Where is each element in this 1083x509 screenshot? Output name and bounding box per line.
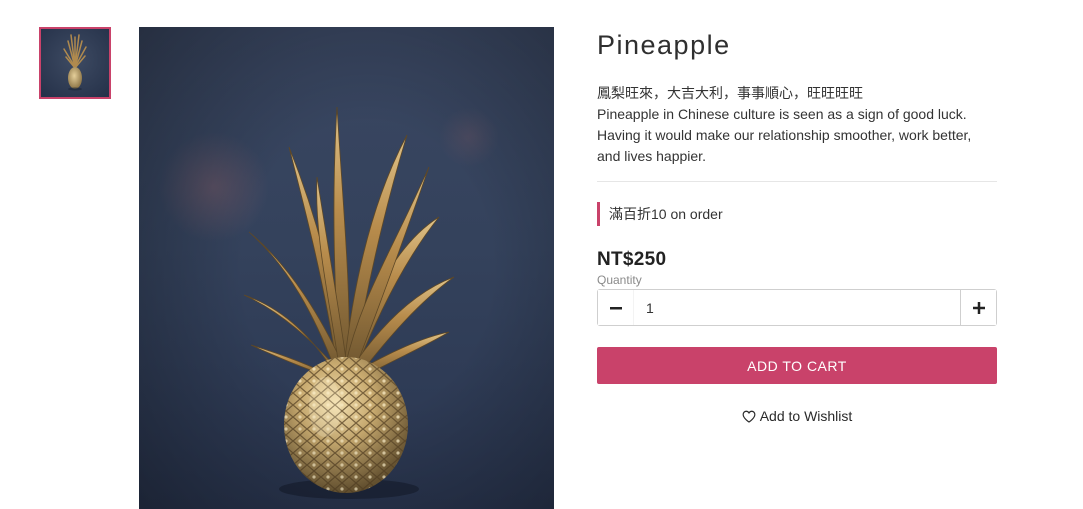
product-price: NT$250 [597,249,667,270]
product-info: Pineapple 鳳梨旺來，大吉大利，事事順心，旺旺旺旺 Pineapple … [597,27,997,425]
minus-icon [609,306,622,309]
divider [597,181,997,182]
heart-outline-icon [742,409,756,427]
description-line: Pineapple in Chinese culture is seen as … [597,106,967,122]
quantity-increase-button[interactable] [960,290,996,325]
quantity-decrease-button[interactable] [598,290,634,325]
product-title: Pineapple [597,30,731,60]
promo-banner: 滿百折10 on order [597,202,997,226]
add-to-cart-button[interactable]: ADD TO CART [597,347,997,384]
description-line: and lives happier. [597,148,706,164]
quantity-stepper [597,289,997,326]
quantity-label: Quantity [597,273,642,287]
plus-icon [972,301,985,314]
description-line: Having it would make our relationship sm… [597,127,972,143]
product-thumbnail[interactable] [39,27,111,99]
wishlist-label: Add to Wishlist [759,408,853,424]
thumbnail-image [41,29,109,97]
description-line: 鳳梨旺來，大吉大利，事事順心，旺旺旺旺 [597,85,863,101]
quantity-input[interactable] [634,290,960,325]
add-to-wishlist-link[interactable]: Add to Wishlist [597,407,997,425]
product-description: 鳳梨旺來，大吉大利，事事順心，旺旺旺旺 Pineapple in Chinese… [597,83,997,167]
product-main-image [139,27,554,509]
pineapple-image [139,27,554,509]
